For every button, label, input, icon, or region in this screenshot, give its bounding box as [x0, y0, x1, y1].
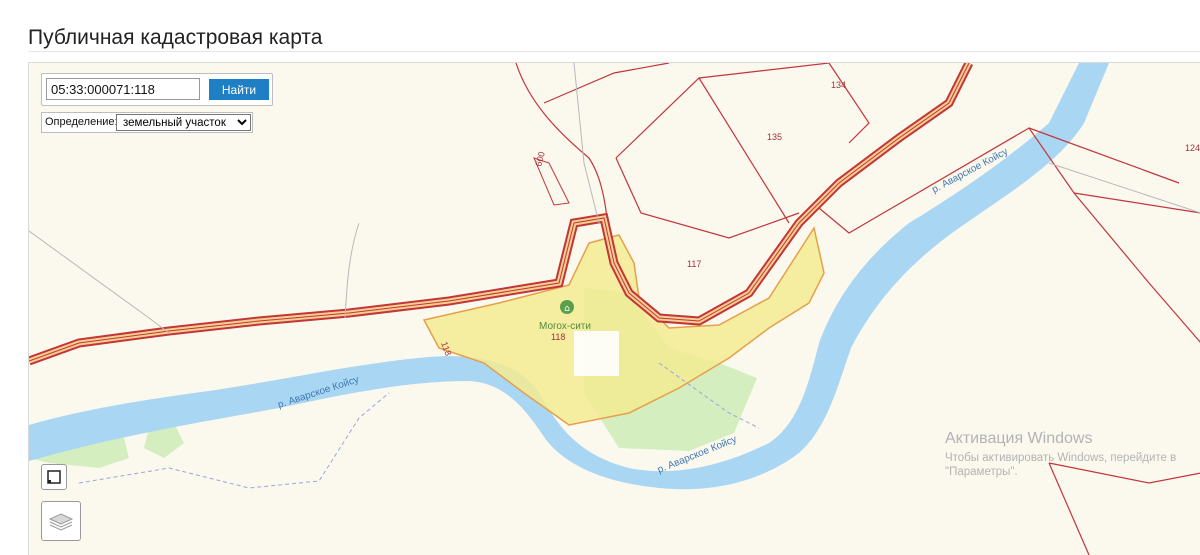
search-button[interactable]: Найти [209, 79, 269, 100]
layers-button[interactable] [41, 501, 81, 541]
track [573, 63, 600, 224]
parcel-label-134: 134 [831, 80, 846, 90]
track [1048, 162, 1200, 214]
search-panel: Найти [41, 73, 273, 106]
parcel-boundary [543, 63, 670, 104]
parcel-label-135: 135 [767, 132, 782, 142]
cadastral-number-input[interactable] [46, 78, 200, 100]
parcel-label-117: 117 [687, 259, 701, 269]
poi-name: Могох-сити [539, 321, 591, 332]
definition-label: Определение: [45, 116, 118, 128]
fullscreen-icon [47, 470, 61, 484]
selected-parcel-number: 118 [551, 332, 565, 342]
fullscreen-button[interactable] [41, 464, 67, 490]
parcel-boundary [615, 157, 800, 239]
map-canvas[interactable]: ⌂ 134 135 124 117 118 600 Могох-сити 118… [29, 63, 1200, 555]
map-view[interactable]: ⌂ 134 135 124 117 118 600 Могох-сити 118… [28, 62, 1200, 555]
parcel-boundary [828, 63, 870, 144]
page-title: Публичная кадастровая карта [28, 26, 323, 50]
road-label-600: 600 [533, 150, 547, 167]
poi-marker-glyph: ⌂ [564, 304, 570, 314]
definition-panel: Определение: земельный участок [41, 112, 253, 133]
title-divider [28, 51, 1200, 52]
parcel-boundary [698, 77, 790, 224]
definition-select[interactable]: земельный участок [116, 114, 251, 131]
parcel-boundary [1048, 462, 1090, 555]
track [29, 230, 170, 334]
parcel-boundary [615, 63, 830, 159]
parcel-boundary [1048, 462, 1200, 484]
track [344, 222, 360, 319]
side-road [515, 63, 608, 219]
layers-icon [48, 513, 74, 531]
selected-parcel-118 [422, 226, 825, 426]
parcel-boundary [1073, 192, 1200, 214]
clearing [574, 331, 619, 376]
parcel-label-124: 124 [1185, 143, 1200, 153]
